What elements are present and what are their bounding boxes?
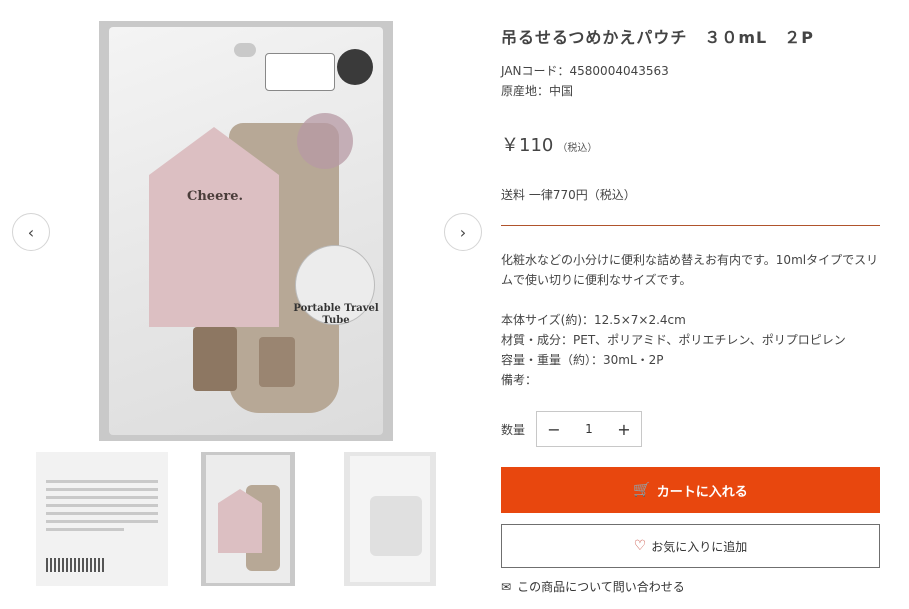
product-title: 吊るせるつめかえパウチ ３０mL ２P [501, 28, 814, 47]
price: ￥110 （税込） [501, 131, 597, 157]
barcode-graphic [46, 558, 106, 572]
jan-code: JANコード：4580004043563 [501, 64, 669, 78]
chevron-right-icon: › [459, 222, 467, 242]
cart-icon: 🛒 [633, 482, 651, 498]
package-volume-badge [337, 49, 373, 85]
add-to-favorites-label: お気に入りに追加 [651, 539, 748, 554]
shipping-info: 送料 一律770円（税込） [501, 188, 636, 202]
chevron-left-icon: ‹ [27, 222, 35, 242]
country-of-origin: 原産地：中国 [501, 84, 574, 98]
quantity-stepper: − 1 + [536, 411, 642, 447]
plus-icon: + [617, 419, 631, 439]
minus-icon: − [547, 419, 561, 439]
package-product-name: Portable Travel Tube [293, 303, 379, 326]
thumbnail-package [206, 455, 290, 583]
product-specs: 本体サイズ(約)：12.5×7×2.4cm 材質・成分：PET、ポリアミド、ポリ… [501, 310, 846, 390]
pouch-cap [193, 327, 237, 391]
mail-icon: ✉ [501, 579, 512, 594]
quantity-input[interactable]: 1 [571, 422, 607, 436]
package-brand: Cheere. [187, 189, 243, 204]
add-to-favorites-button[interactable]: ♡ お気に入りに追加 [501, 524, 880, 568]
quantity-label: 数量 [501, 423, 526, 437]
add-to-cart-button[interactable]: 🛒 カートに入れる [501, 467, 880, 513]
thumbnail-package [350, 456, 430, 582]
hanger-hole [234, 43, 256, 57]
gallery-prev-button[interactable]: ‹ [12, 213, 50, 251]
price-tax-note: （税込） [557, 143, 598, 154]
pouch-cap-second [259, 337, 295, 387]
product-description: 化粧水などの小分けに便利な詰め替えお有内です。10mlタイプでスリムで使い切りに… [501, 253, 879, 287]
product-inquiry-label: この商品について問い合わせる [517, 580, 685, 594]
spec-material: 材質・成分：PET、ポリアミド、ポリエチレン、ポリプロピレン [501, 333, 846, 347]
spec-size: 本体サイズ(約)：12.5×7×2.4cm [501, 313, 686, 327]
package-hang-illustration [297, 113, 353, 169]
quantity-decrease-button[interactable]: − [537, 412, 571, 446]
price-value: ￥110 [501, 135, 554, 156]
product-inquiry-link[interactable]: ✉ この商品について問い合わせる [501, 578, 685, 595]
add-to-cart-label: カートに入れる [656, 484, 748, 500]
spec-capacity: 容量・重量（約）：30mL・2P [501, 353, 664, 367]
thumbnail-2[interactable] [201, 452, 295, 586]
gallery-next-button[interactable]: › [444, 213, 482, 251]
quantity-increase-button[interactable]: + [607, 412, 641, 446]
package-top-label [265, 53, 335, 91]
thumbnail-window [370, 496, 422, 556]
heart-icon: ♡ [633, 538, 647, 554]
divider [501, 225, 880, 226]
thumbnail-1[interactable] [36, 452, 168, 586]
thumbnail-text-lines [46, 480, 158, 536]
package-photo: Cheere. Portable Travel Tube [109, 27, 383, 435]
main-product-image: Cheere. Portable Travel Tube [99, 21, 393, 441]
thumbnail-3[interactable] [344, 452, 436, 586]
spec-notes: 備考： [501, 373, 538, 387]
